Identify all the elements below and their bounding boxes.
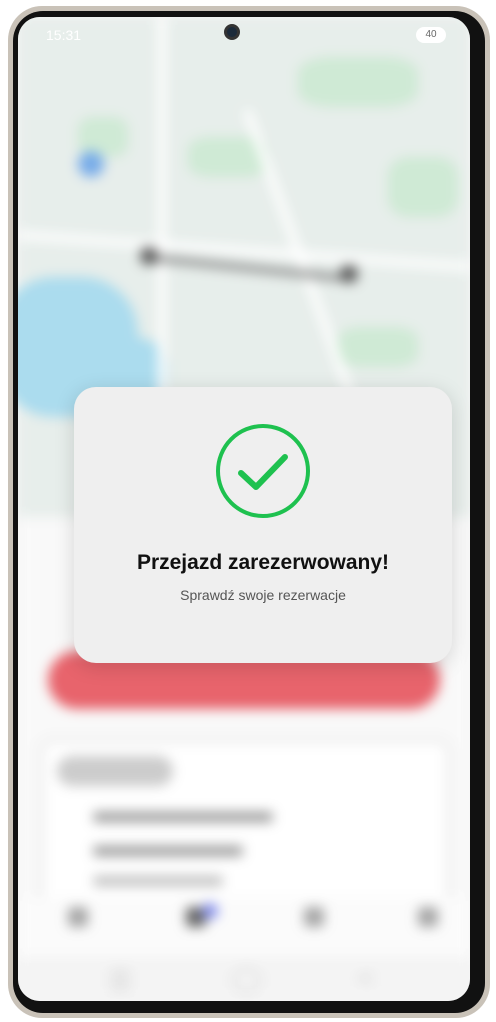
dialog-subtitle: Sprawdź swoje rezerwacje xyxy=(180,587,346,603)
screen: ||| ◯ < 15:31 40 Przejazd zarezerwowany!… xyxy=(18,17,470,1001)
dialog-title: Przejazd zarezerwowany! xyxy=(136,551,390,574)
check-circle-icon xyxy=(215,423,311,519)
phone-frame: ||| ◯ < 15:31 40 Przejazd zarezerwowany!… xyxy=(8,6,490,1018)
booking-confirmation-dialog: Przejazd zarezerwowany! Sprawdź swoje re… xyxy=(74,387,452,663)
front-camera xyxy=(224,24,240,40)
